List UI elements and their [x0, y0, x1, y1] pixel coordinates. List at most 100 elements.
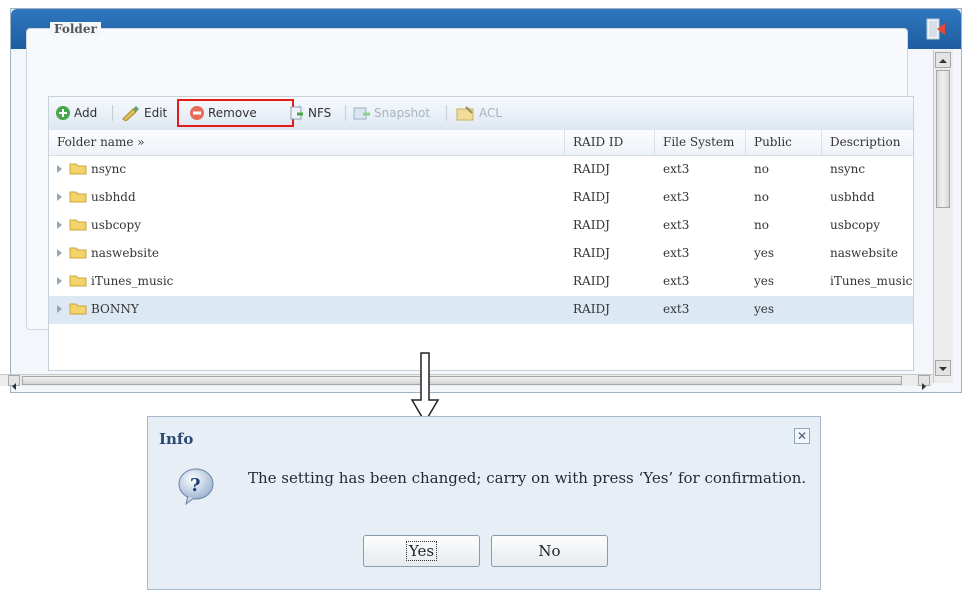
table-row[interactable]: usbhdd RAIDJ ext3 no usbhdd: [49, 184, 913, 212]
info-dialog: Info ✕ ? The setting has been changed; c…: [147, 416, 821, 590]
no-button[interactable]: No: [491, 535, 608, 567]
yes-label: Yes: [405, 541, 438, 561]
acl-label: ACL: [479, 106, 503, 120]
table-header: Folder name » RAID ID File System Public…: [49, 130, 913, 156]
raid-id-cell: RAIDJ: [573, 218, 610, 232]
description-cell: usbhdd: [830, 190, 875, 204]
column-separator: [821, 130, 822, 155]
folder-grid: Add Edit Remove NFS Snapshot ACL Folder …: [48, 96, 914, 371]
folder-toolbar: Add Edit Remove NFS Snapshot ACL: [49, 97, 913, 131]
snapshot-button[interactable]: Snapshot: [353, 104, 430, 122]
yes-button[interactable]: Yes: [363, 535, 480, 567]
folder-name-cell: naswebsite: [91, 246, 160, 260]
description-cell: iTunes_music: [830, 274, 913, 288]
snapshot-label: Snapshot: [374, 106, 431, 120]
toolbar-separator: [345, 105, 346, 121]
column-separator: [654, 130, 655, 155]
edit-button[interactable]: Edit: [121, 104, 167, 122]
expand-arrow-icon[interactable]: [57, 249, 62, 257]
scroll-left-button[interactable]: [8, 375, 20, 390]
table-row[interactable]: usbcopy RAIDJ ext3 no usbcopy: [49, 212, 913, 240]
folder-icon: [69, 191, 87, 203]
folder-name-cell: usbcopy: [91, 218, 141, 232]
expand-arrow-icon[interactable]: [57, 193, 62, 201]
table-row[interactable]: nsync RAIDJ ext3 no nsync: [49, 156, 913, 184]
scroll-up-button[interactable]: [935, 52, 951, 68]
folder-name-cell: usbhdd: [91, 190, 136, 204]
dialog-message: The setting has been changed; carry on w…: [248, 469, 807, 487]
file-system-cell: ext3: [663, 246, 690, 260]
expand-arrow-icon[interactable]: [57, 305, 62, 313]
table-row[interactable]: iTunes_music RAIDJ ext3 yes iTunes_music: [49, 268, 913, 296]
expand-arrow-icon[interactable]: [57, 221, 62, 229]
nfs-icon: [290, 106, 303, 120]
folder-icon: [69, 247, 87, 259]
snapshot-icon: [353, 107, 370, 120]
toolbar-separator: [112, 105, 113, 121]
question-icon: ?: [178, 468, 214, 506]
table-row-selected[interactable]: BONNY RAIDJ ext3 yes: [49, 296, 913, 324]
folder-icon: [69, 219, 87, 231]
public-cell: no: [754, 162, 769, 176]
raid-id-cell: RAIDJ: [573, 302, 610, 316]
edit-icon: [122, 106, 139, 121]
remove-icon: [190, 106, 204, 120]
raid-id-cell: RAIDJ: [573, 246, 610, 260]
column-separator: [745, 130, 746, 155]
column-header-description[interactable]: Description: [830, 135, 900, 149]
down-arrow-icon: [410, 352, 440, 424]
folder-name-cell: BONNY: [91, 302, 139, 316]
logout-icon[interactable]: [925, 17, 947, 41]
svg-text:?: ?: [190, 475, 201, 496]
raid-id-cell: RAIDJ: [573, 274, 610, 288]
nfs-button[interactable]: NFS: [289, 104, 331, 122]
folder-icon: [69, 275, 87, 287]
column-header-public[interactable]: Public: [754, 135, 792, 149]
toolbar-separator: [446, 105, 447, 121]
remove-button[interactable]: Remove: [189, 104, 257, 122]
add-icon: [56, 106, 70, 120]
folder-icon: [69, 163, 87, 175]
expand-arrow-icon[interactable]: [57, 277, 62, 285]
folder-name-cell: nsync: [91, 162, 127, 176]
close-icon[interactable]: ✕: [794, 428, 810, 444]
nfs-label: NFS: [308, 106, 332, 120]
description-cell: naswebsite: [830, 246, 899, 260]
acl-button[interactable]: ACL: [456, 104, 502, 122]
scroll-down-button[interactable]: [935, 360, 951, 376]
folder-name-cell: iTunes_music: [91, 274, 174, 288]
raid-id-cell: RAIDJ: [573, 190, 610, 204]
column-header-raid-id[interactable]: RAID ID: [573, 135, 623, 149]
file-system-cell: ext3: [663, 162, 690, 176]
file-system-cell: ext3: [663, 274, 690, 288]
horizontal-scroll-thumb[interactable]: [22, 376, 902, 385]
column-header-file-system[interactable]: File System: [663, 135, 734, 149]
chevron-right-icon: [922, 383, 926, 390]
chevron-up-icon: [939, 59, 947, 63]
scroll-right-button[interactable]: [918, 375, 930, 390]
horizontal-scrollbar[interactable]: [0, 374, 933, 390]
chevron-down-icon: [939, 367, 947, 371]
edit-label: Edit: [144, 106, 168, 120]
add-label: Add: [74, 106, 98, 120]
add-button[interactable]: Add: [55, 104, 97, 122]
column-header-folder-name[interactable]: Folder name »: [57, 135, 145, 149]
public-cell: yes: [754, 274, 775, 288]
vertical-scroll-thumb[interactable]: [936, 70, 950, 208]
remove-label: Remove: [208, 106, 257, 120]
chevron-left-icon: [12, 383, 16, 390]
raid-id-cell: RAIDJ: [573, 162, 610, 176]
expand-arrow-icon[interactable]: [57, 165, 62, 173]
public-cell: no: [754, 190, 769, 204]
file-system-cell: ext3: [663, 218, 690, 232]
public-cell: yes: [754, 302, 775, 316]
description-cell: usbcopy: [830, 218, 880, 232]
fieldset-legend: Folder: [50, 22, 101, 36]
column-separator: [564, 130, 565, 155]
folder-icon: [69, 303, 87, 315]
table-row[interactable]: naswebsite RAIDJ ext3 yes naswebsite: [49, 240, 913, 268]
acl-icon: [456, 106, 474, 121]
vertical-scrollbar[interactable]: [933, 50, 953, 383]
public-cell: yes: [754, 246, 775, 260]
file-system-cell: ext3: [663, 302, 690, 316]
